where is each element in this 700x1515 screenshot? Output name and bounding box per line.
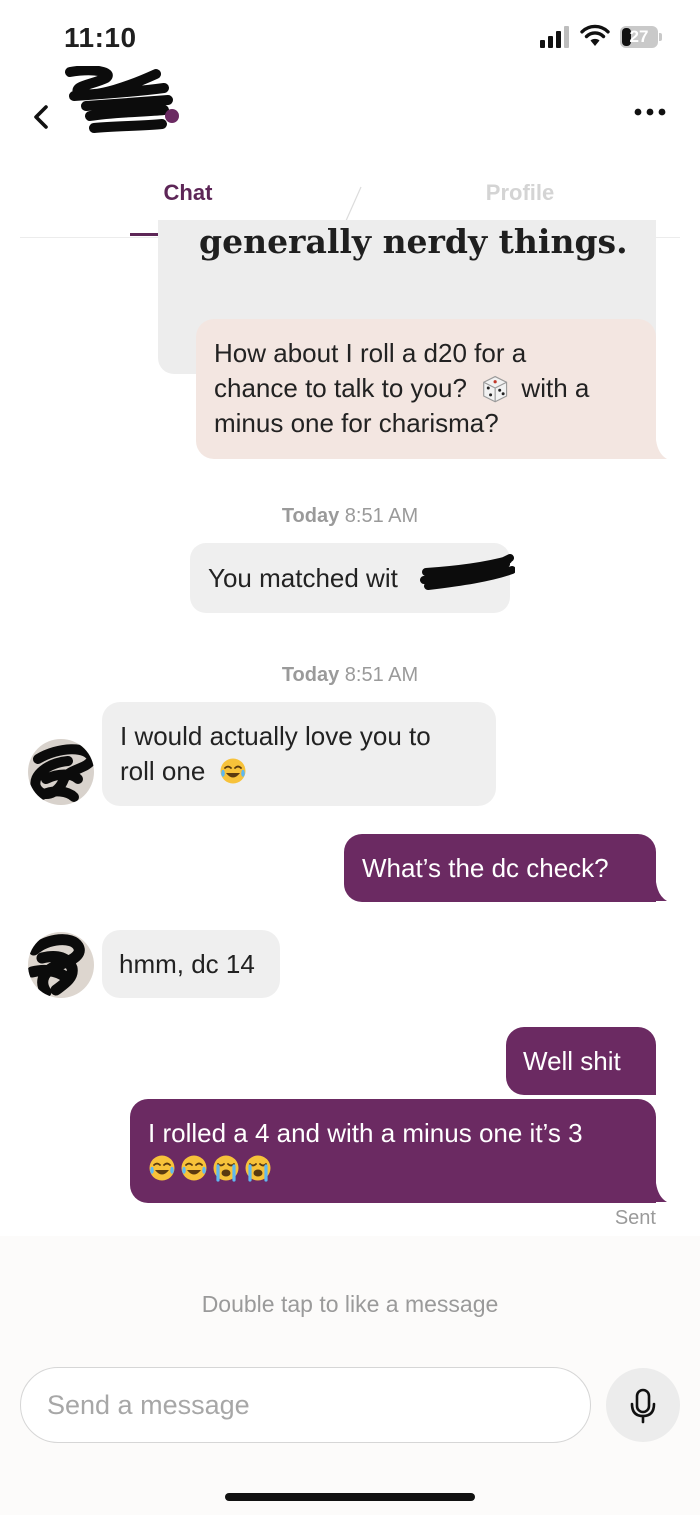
- timestamp-1: Today 8:51 AM: [281, 505, 419, 527]
- tab-chat[interactable]: Chat: [130, 180, 246, 206]
- message-text-fragment: roll one: [120, 756, 206, 786]
- comment-line-2-text: chance to talk to you?: [214, 373, 467, 403]
- tab-divider: [344, 186, 362, 224]
- match-avatar[interactable]: [28, 932, 94, 998]
- message-input[interactable]: [20, 1367, 591, 1443]
- loudly-crying-emoji-icon: [213, 1155, 239, 1182]
- message-bubble-received[interactable]: I would actually love you to roll one: [102, 702, 496, 806]
- tab-profile[interactable]: Profile: [460, 180, 580, 206]
- sent-status: Sent: [614, 1207, 656, 1229]
- wifi-icon: [580, 24, 610, 46]
- match-avatar[interactable]: [28, 739, 94, 805]
- message-text: What’s the dc check?: [362, 853, 609, 883]
- prompt-comment-bubble[interactable]: How about I roll a d20 for a chance to t…: [196, 319, 656, 459]
- message-bubble-sent[interactable]: What’s the dc check?: [344, 834, 656, 902]
- message-bubble-sent[interactable]: I rolled a 4 and with a minus one it’s 3: [130, 1099, 656, 1203]
- timestamp-2: Today 8:51 AM: [281, 664, 419, 686]
- message-text-line: I would actually love you to: [120, 721, 431, 751]
- battery-level: 27: [629, 27, 649, 46]
- match-notice-text: You matched wit: [208, 563, 398, 593]
- tears-of-joy-emoji-icon: [149, 1155, 175, 1181]
- comment-bubble-tail: [640, 440, 667, 459]
- avatar-redaction-scribble: [28, 934, 85, 998]
- double-tap-hint: Double tap to like a message: [201, 1291, 499, 1317]
- comment-line-2: chance to talk to you? with a: [214, 371, 638, 406]
- status-time: 11:10: [64, 22, 137, 53]
- more-options-icon[interactable]: [630, 98, 670, 128]
- battery-icon: 27: [620, 26, 662, 48]
- message-emoji-row: [148, 1151, 638, 1186]
- tears-of-joy-emoji-icon: [181, 1155, 207, 1181]
- tears-of-joy-emoji-icon: [220, 758, 246, 784]
- home-indicator: [225, 1493, 475, 1501]
- loudly-crying-emoji-icon: [245, 1155, 271, 1182]
- microphone-button[interactable]: [606, 1368, 680, 1442]
- sent-bubble-tail: [641, 882, 667, 901]
- comment-line-2-tail: with a: [521, 373, 590, 403]
- message-bubble-received[interactable]: hmm, dc 14: [102, 930, 280, 998]
- message-text-line: roll one: [120, 754, 478, 789]
- comment-line-3: minus one for charisma?: [214, 408, 499, 438]
- redacted-name-scribble: [420, 554, 515, 590]
- game-die-icon: [483, 375, 508, 403]
- microphone-icon: [630, 1388, 656, 1424]
- avatar-redaction-scribble: [30, 744, 94, 802]
- message-text: Well shit: [523, 1046, 621, 1076]
- sent-bubble-tail: [641, 1183, 667, 1202]
- cellular-signal-icon: [540, 26, 570, 48]
- prompt-answer-text: generally nerdy things.: [199, 222, 628, 261]
- back-chevron-icon[interactable]: [28, 100, 56, 134]
- message-bubble-sent[interactable]: Well shit: [506, 1027, 656, 1095]
- message-text: hmm, dc 14: [119, 949, 255, 979]
- comment-line-1: How about I roll a d20 for a: [214, 338, 527, 368]
- message-text-line: I rolled a 4 and with a minus one it’s 3: [148, 1118, 583, 1148]
- redacted-match-name[interactable]: [64, 66, 184, 138]
